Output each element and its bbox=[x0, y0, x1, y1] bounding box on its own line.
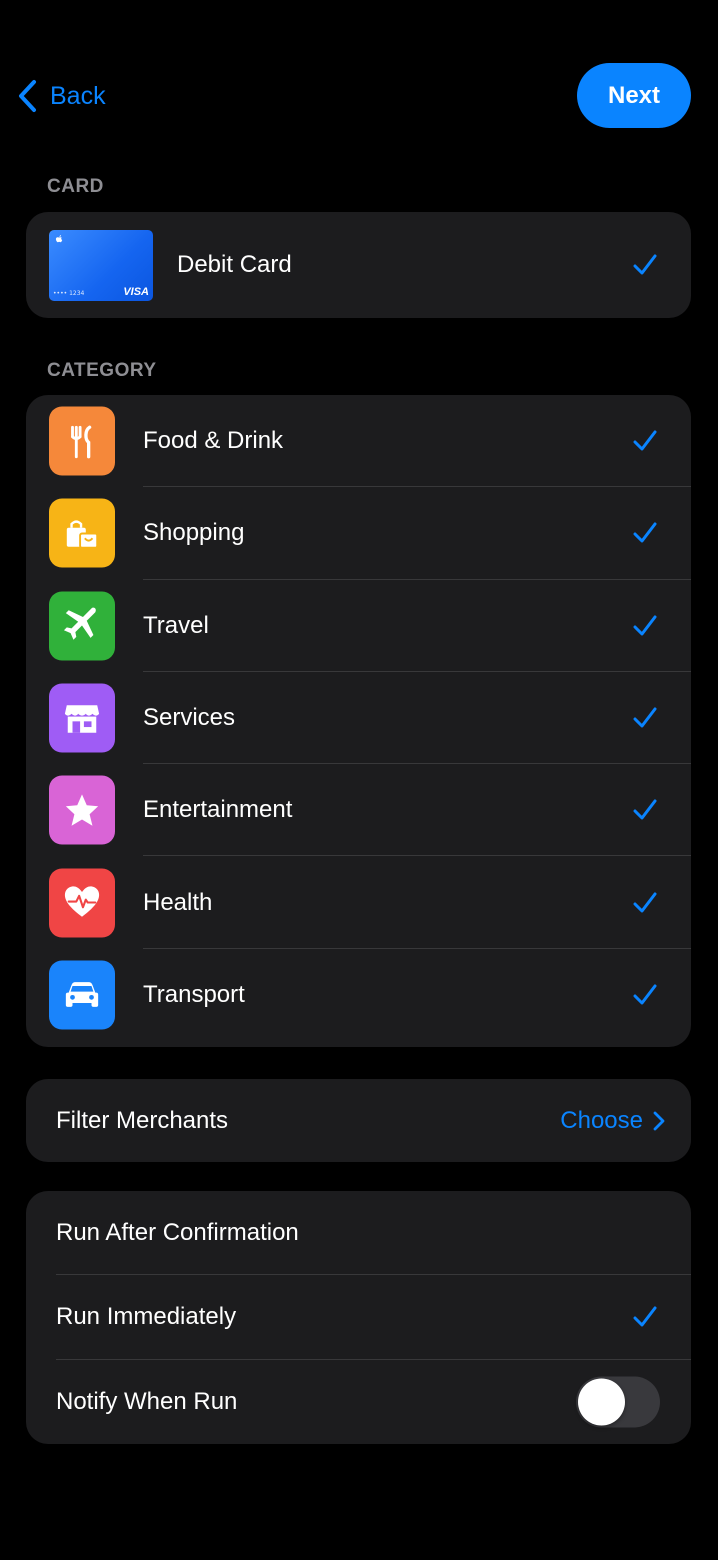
storefront-icon bbox=[64, 704, 100, 733]
apple-logo-icon bbox=[55, 235, 63, 243]
filter-group: Filter Merchants Choose bbox=[26, 1079, 691, 1162]
card-group: •••• 1234 VISA Debit Card bbox=[26, 212, 691, 318]
health-icon-tile bbox=[49, 868, 115, 938]
card-row-debit[interactable]: •••• 1234 VISA Debit Card bbox=[26, 212, 691, 318]
run-options-group: Run After Confirmation Run Immediately N… bbox=[26, 1191, 691, 1444]
card-thumb-brand: VISA bbox=[123, 286, 149, 298]
next-button[interactable]: Next bbox=[577, 63, 691, 128]
card-label: Debit Card bbox=[177, 251, 292, 278]
checkmark-icon bbox=[633, 254, 657, 275]
checkmark-icon bbox=[633, 984, 657, 1005]
category-group: Food & Drink Shopping Travel Services En… bbox=[26, 395, 691, 1047]
notify-when-run-row: Notify When Run bbox=[26, 1360, 691, 1444]
category-section-header: CATEGORY bbox=[47, 360, 157, 381]
category-row-entertainment[interactable]: Entertainment bbox=[26, 764, 691, 857]
category-label: Food & Drink bbox=[143, 427, 284, 455]
travel-icon-tile bbox=[49, 591, 115, 661]
star-icon bbox=[65, 794, 99, 826]
category-label: Travel bbox=[143, 611, 209, 639]
food-drink-icon-tile bbox=[49, 406, 115, 476]
car-icon bbox=[65, 982, 99, 1008]
shopping-bag-icon bbox=[66, 520, 99, 549]
filter-merchants-label: Filter Merchants bbox=[56, 1106, 229, 1134]
category-row-travel[interactable]: Travel bbox=[26, 580, 691, 672]
toggle-knob bbox=[578, 1378, 625, 1426]
choose-merchants-button[interactable]: Choose bbox=[560, 1107, 665, 1135]
heart-pulse-icon bbox=[64, 886, 100, 917]
checkmark-icon bbox=[633, 799, 657, 820]
choose-label: Choose bbox=[560, 1106, 643, 1134]
checkmark-icon bbox=[633, 1306, 657, 1327]
card-section-header: CARD bbox=[47, 176, 104, 197]
category-label: Entertainment bbox=[143, 796, 293, 824]
shortcut-automation-screen: Back Next CARD •••• 1234 VISA Debit Card… bbox=[0, 0, 718, 1560]
checkmark-icon bbox=[633, 615, 657, 636]
chevron-left-icon bbox=[19, 80, 36, 112]
checkmark-icon bbox=[633, 522, 657, 543]
run-immediately-row[interactable]: Run Immediately bbox=[26, 1275, 691, 1360]
notify-when-run-toggle[interactable] bbox=[576, 1376, 660, 1428]
category-label: Services bbox=[143, 704, 236, 732]
back-label: Back bbox=[50, 81, 106, 110]
shopping-icon-tile bbox=[49, 498, 115, 568]
category-label: Shopping bbox=[143, 519, 245, 547]
run-immediately-label: Run Immediately bbox=[56, 1303, 237, 1331]
services-icon-tile bbox=[49, 683, 115, 753]
filter-merchants-row[interactable]: Filter Merchants Choose bbox=[26, 1079, 691, 1162]
category-label: Health bbox=[143, 888, 213, 916]
transport-icon-tile bbox=[49, 960, 115, 1030]
run-after-confirmation-label: Run After Confirmation bbox=[56, 1219, 299, 1247]
back-button[interactable]: Back bbox=[18, 74, 106, 118]
checkmark-icon bbox=[633, 892, 657, 913]
chevron-right-icon bbox=[653, 1111, 665, 1130]
run-after-confirmation-row[interactable]: Run After Confirmation bbox=[26, 1191, 691, 1276]
entertainment-icon-tile bbox=[49, 775, 115, 845]
category-row-shopping[interactable]: Shopping bbox=[26, 487, 691, 580]
checkmark-icon bbox=[633, 707, 657, 728]
category-row-transport[interactable]: Transport bbox=[26, 949, 691, 1041]
category-row-health[interactable]: Health bbox=[26, 856, 691, 949]
category-row-services[interactable]: Services bbox=[26, 672, 691, 765]
notify-when-run-label: Notify When Run bbox=[56, 1387, 238, 1415]
category-label: Transport bbox=[143, 980, 245, 1008]
fork-knife-icon bbox=[71, 425, 92, 459]
airplane-icon bbox=[63, 607, 97, 640]
checkmark-icon bbox=[633, 430, 657, 451]
card-thumb-number: •••• 1234 bbox=[53, 290, 85, 297]
category-row-food-drink[interactable]: Food & Drink bbox=[26, 395, 691, 488]
card-thumbnail: •••• 1234 VISA bbox=[49, 230, 153, 301]
